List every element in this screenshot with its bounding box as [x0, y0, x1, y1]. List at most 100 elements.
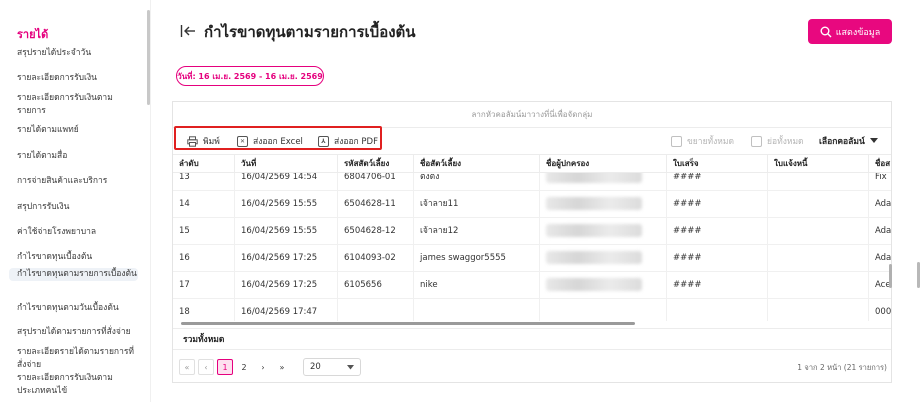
- column-header-receipt[interactable]: ใบเสร็จ: [667, 155, 768, 173]
- cell-pet-name: เจ้าลาย12: [414, 218, 540, 245]
- column-header-pet-code[interactable]: รหัสสัตว์เลี้ยง: [338, 155, 414, 173]
- cell-receipt: ####: [667, 191, 768, 218]
- table-row[interactable]: 14 16/04/2569 15:55 6504628-11 เจ้าลาย11…: [173, 191, 891, 218]
- sidebar-item-ordered-summary[interactable]: สรุปรายได้ตามรายการที่สั่งจ่าย: [17, 326, 139, 339]
- page-button-2[interactable]: 2: [236, 359, 252, 375]
- page-title: กำไรขาดทุนตามรายการเบื้องต้น: [204, 23, 416, 41]
- collapse-all-button[interactable]: ย่อทั้งหมด: [751, 133, 804, 149]
- cell-date: 16/04/2569 14:54: [235, 173, 338, 191]
- table-row[interactable]: 13 16/04/2569 14:54 6804706-01 ตงตง ####…: [173, 173, 891, 191]
- cell-no: 16: [173, 245, 235, 272]
- sidebar-item-hospital-expense[interactable]: ค่าใช้จ่ายโรงพยาบาล: [17, 226, 139, 239]
- cell-date: 16/04/2569 17:25: [235, 272, 338, 299]
- cell-no: 15: [173, 218, 235, 245]
- cell-owner-redacted: [540, 191, 667, 218]
- expand-all-label: ขยายทั้งหมด: [687, 137, 735, 147]
- cell-receipt: ####: [667, 173, 768, 191]
- last-page-button[interactable]: »: [274, 359, 290, 375]
- table-row[interactable]: 17 16/04/2569 17:25 6105656 nike #### Ac…: [173, 272, 891, 299]
- column-header-no[interactable]: ลำดับ: [173, 155, 235, 173]
- sidebar-item-payment-summary[interactable]: สรุปการรับเงิน: [17, 201, 139, 214]
- cell-extra: 000: [875, 307, 891, 317]
- cell-pet-code: 6804706-01: [338, 173, 414, 191]
- choose-columns-label: เลือกคอลัมน์: [819, 137, 865, 147]
- column-header-extra[interactable]: ชื่อส: [869, 155, 891, 173]
- sidebar-item-payment-detail[interactable]: รายละเอียดการรับเงิน: [17, 72, 139, 85]
- sidebar-item-payment-by-patient-type[interactable]: รายละเอียดการรับเงินตามประเภทคนไข้: [17, 372, 139, 398]
- total-row-label: รวมทั้งหมด: [173, 328, 891, 350]
- cell-date: 16/04/2569 17:25: [235, 245, 338, 272]
- sidebar-item-goods-services[interactable]: การจ่ายสินค้าและบริการ: [17, 175, 139, 188]
- table-row[interactable]: 18 16/04/2569 17:47 000: [173, 299, 891, 321]
- cell-date: 16/04/2569 15:55: [235, 191, 338, 218]
- first-page-button[interactable]: «: [179, 359, 195, 375]
- show-data-button[interactable]: แสดงข้อมูล: [808, 19, 892, 44]
- sidebar-item-income-by-doctor[interactable]: รายได้ตามแพทย์: [17, 124, 139, 137]
- sidebar-item-income-by-media[interactable]: รายได้ตามสื่อ: [17, 150, 139, 163]
- collapse-all-label: ย่อทั้งหมด: [767, 137, 804, 147]
- cell-no: 18: [173, 299, 235, 321]
- table-row[interactable]: 16 16/04/2569 17:25 6104093-02 james swa…: [173, 245, 891, 272]
- table-header: ลำดับ วันที่ รหัสสัตว์เลี้ยง ชื่อสัตว์เล…: [173, 154, 891, 173]
- table-body: 13 16/04/2569 14:54 6804706-01 ตงตง ####…: [173, 173, 891, 321]
- vertical-scrollbar[interactable]: [889, 264, 892, 288]
- date-range-filter[interactable]: วันที่: 16 เม.ย. 2569 - 16 เม.ย. 2569: [176, 66, 324, 86]
- column-header-pet-name[interactable]: ชื่อสัตว์เลี้ยง: [414, 155, 540, 173]
- cell-receipt: ####: [667, 245, 768, 272]
- cell-invoice: [768, 272, 869, 299]
- chevron-down-icon: [347, 364, 354, 369]
- expand-all-button[interactable]: ขยายทั้งหมด: [671, 133, 734, 149]
- column-header-date[interactable]: วันที่: [235, 155, 338, 173]
- sidebar-item-profit-loss-by-day[interactable]: กำไรขาดทุนตามวันเบื้องต้น: [17, 302, 139, 315]
- column-header-invoice[interactable]: ใบแจ้งหนี้: [768, 155, 869, 173]
- cell-owner-redacted: [540, 272, 667, 299]
- cell-extra: Ada: [875, 199, 891, 209]
- cell-pet-code: 6504628-11: [338, 191, 414, 218]
- choose-columns-button[interactable]: เลือกคอลัมน์: [819, 133, 878, 149]
- cell-receipt: [667, 299, 768, 321]
- sidebar: รายได้ สรุปรายได้ประจำวัน รายละเอียดการร…: [0, 0, 150, 402]
- back-arrow-icon[interactable]: [180, 23, 196, 39]
- divider: [150, 0, 151, 402]
- sidebar-item-profit-loss-by-item[interactable]: กำไรขาดทุนตามรายการเบื้องต้น: [9, 268, 138, 281]
- table-row[interactable]: 15 16/04/2569 15:55 6504628-12 เจ้าลาย12…: [173, 218, 891, 245]
- page-size-value: 20: [310, 362, 321, 372]
- cell-receipt: ####: [667, 218, 768, 245]
- cell-no: 17: [173, 272, 235, 299]
- page-button-1[interactable]: 1: [217, 359, 233, 375]
- page-size-select[interactable]: 20: [303, 358, 361, 376]
- cell-pet-code: [338, 299, 414, 321]
- cell-invoice: [768, 191, 869, 218]
- cell-pet-name: nike: [414, 272, 540, 299]
- search-icon: [820, 26, 832, 37]
- cell-invoice: [768, 245, 869, 272]
- group-drop-panel[interactable]: ลากหัวคอลัมน์มาวางที่นี่เพื่อจัดกลุ่ม: [173, 102, 891, 128]
- sidebar-item-ordered-detail[interactable]: รายละเอียดรายได้ตามรายการที่สั่งจ่าย: [17, 346, 139, 372]
- cell-extra: Ace: [875, 280, 891, 290]
- sidebar-item-daily-income[interactable]: สรุปรายได้ประจำวัน: [17, 47, 139, 60]
- pagination: « ‹ 1 2 › » 20: [179, 358, 361, 376]
- cell-pet-name: [414, 299, 540, 321]
- cell-no: 13: [173, 173, 235, 191]
- cell-pet-name: เจ้าลาย11: [414, 191, 540, 218]
- sidebar-item-profit-loss[interactable]: กำไรขาดทุนเบื้องต้น: [17, 251, 139, 264]
- expand-icon: [671, 135, 682, 147]
- column-header-owner[interactable]: ชื่อผู้ปกครอง: [540, 155, 667, 173]
- cell-no: 14: [173, 191, 235, 218]
- cell-pet-name: ตงตง: [414, 173, 540, 191]
- cell-pet-code: 6104093-02: [338, 245, 414, 272]
- cell-pet-code: 6105656: [338, 272, 414, 299]
- cell-extra: Fix: [875, 173, 887, 182]
- cell-invoice: [768, 173, 869, 191]
- cell-invoice: [768, 299, 869, 321]
- next-page-button[interactable]: ›: [255, 359, 271, 375]
- sidebar-item-payment-by-item[interactable]: รายละเอียดการรับเงินตามรายการ: [17, 92, 139, 118]
- cell-pet-name: james swaggor5555: [414, 245, 540, 272]
- cell-owner-redacted: [540, 173, 667, 191]
- cell-owner-redacted: [540, 245, 667, 272]
- highlight-box: [174, 126, 382, 150]
- sidebar-heading: รายได้: [17, 28, 49, 41]
- prev-page-button[interactable]: ‹: [198, 359, 214, 375]
- horizontal-scrollbar[interactable]: [181, 322, 635, 325]
- cell-extra: Ada: [875, 226, 891, 236]
